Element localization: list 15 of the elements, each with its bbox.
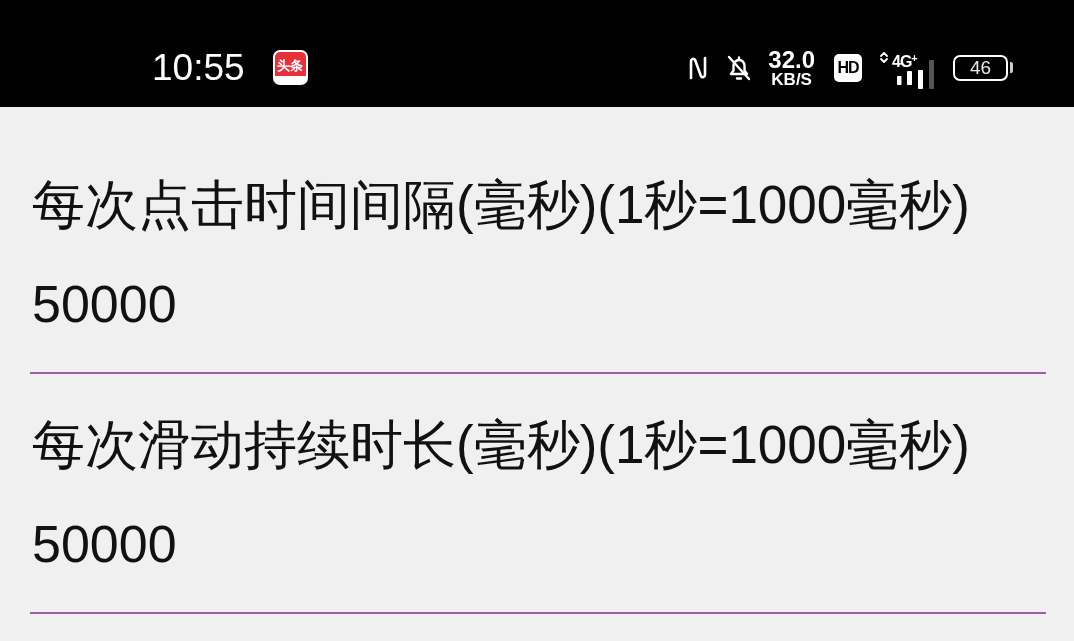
input-field[interactable]: 50000 bbox=[30, 237, 1046, 374]
bell-muted-icon bbox=[726, 53, 753, 82]
app-logo: 头条 bbox=[272, 50, 308, 85]
field-label: 每次点击时间间隔(毫秒)(1秒=1000毫秒) bbox=[32, 174, 971, 236]
battery-indicator: 46 bbox=[953, 54, 1008, 81]
data-arrows-icon bbox=[880, 50, 888, 64]
hd-indicator: HD bbox=[834, 53, 862, 82]
network-speed-unit: KB/S bbox=[771, 70, 812, 88]
input-field[interactable]: 50000 bbox=[30, 477, 1046, 614]
signal-high-bars-icon bbox=[918, 59, 934, 89]
field-label: 每次滑动持续时长(毫秒)(1秒=1000毫秒) bbox=[32, 414, 971, 476]
network-type: 4G$^{+}$ bbox=[892, 51, 917, 70]
battery-tip-icon bbox=[1010, 62, 1013, 73]
network-speed: 32.0 bbox=[768, 47, 815, 72]
clock-time: 10:55 bbox=[152, 49, 245, 86]
